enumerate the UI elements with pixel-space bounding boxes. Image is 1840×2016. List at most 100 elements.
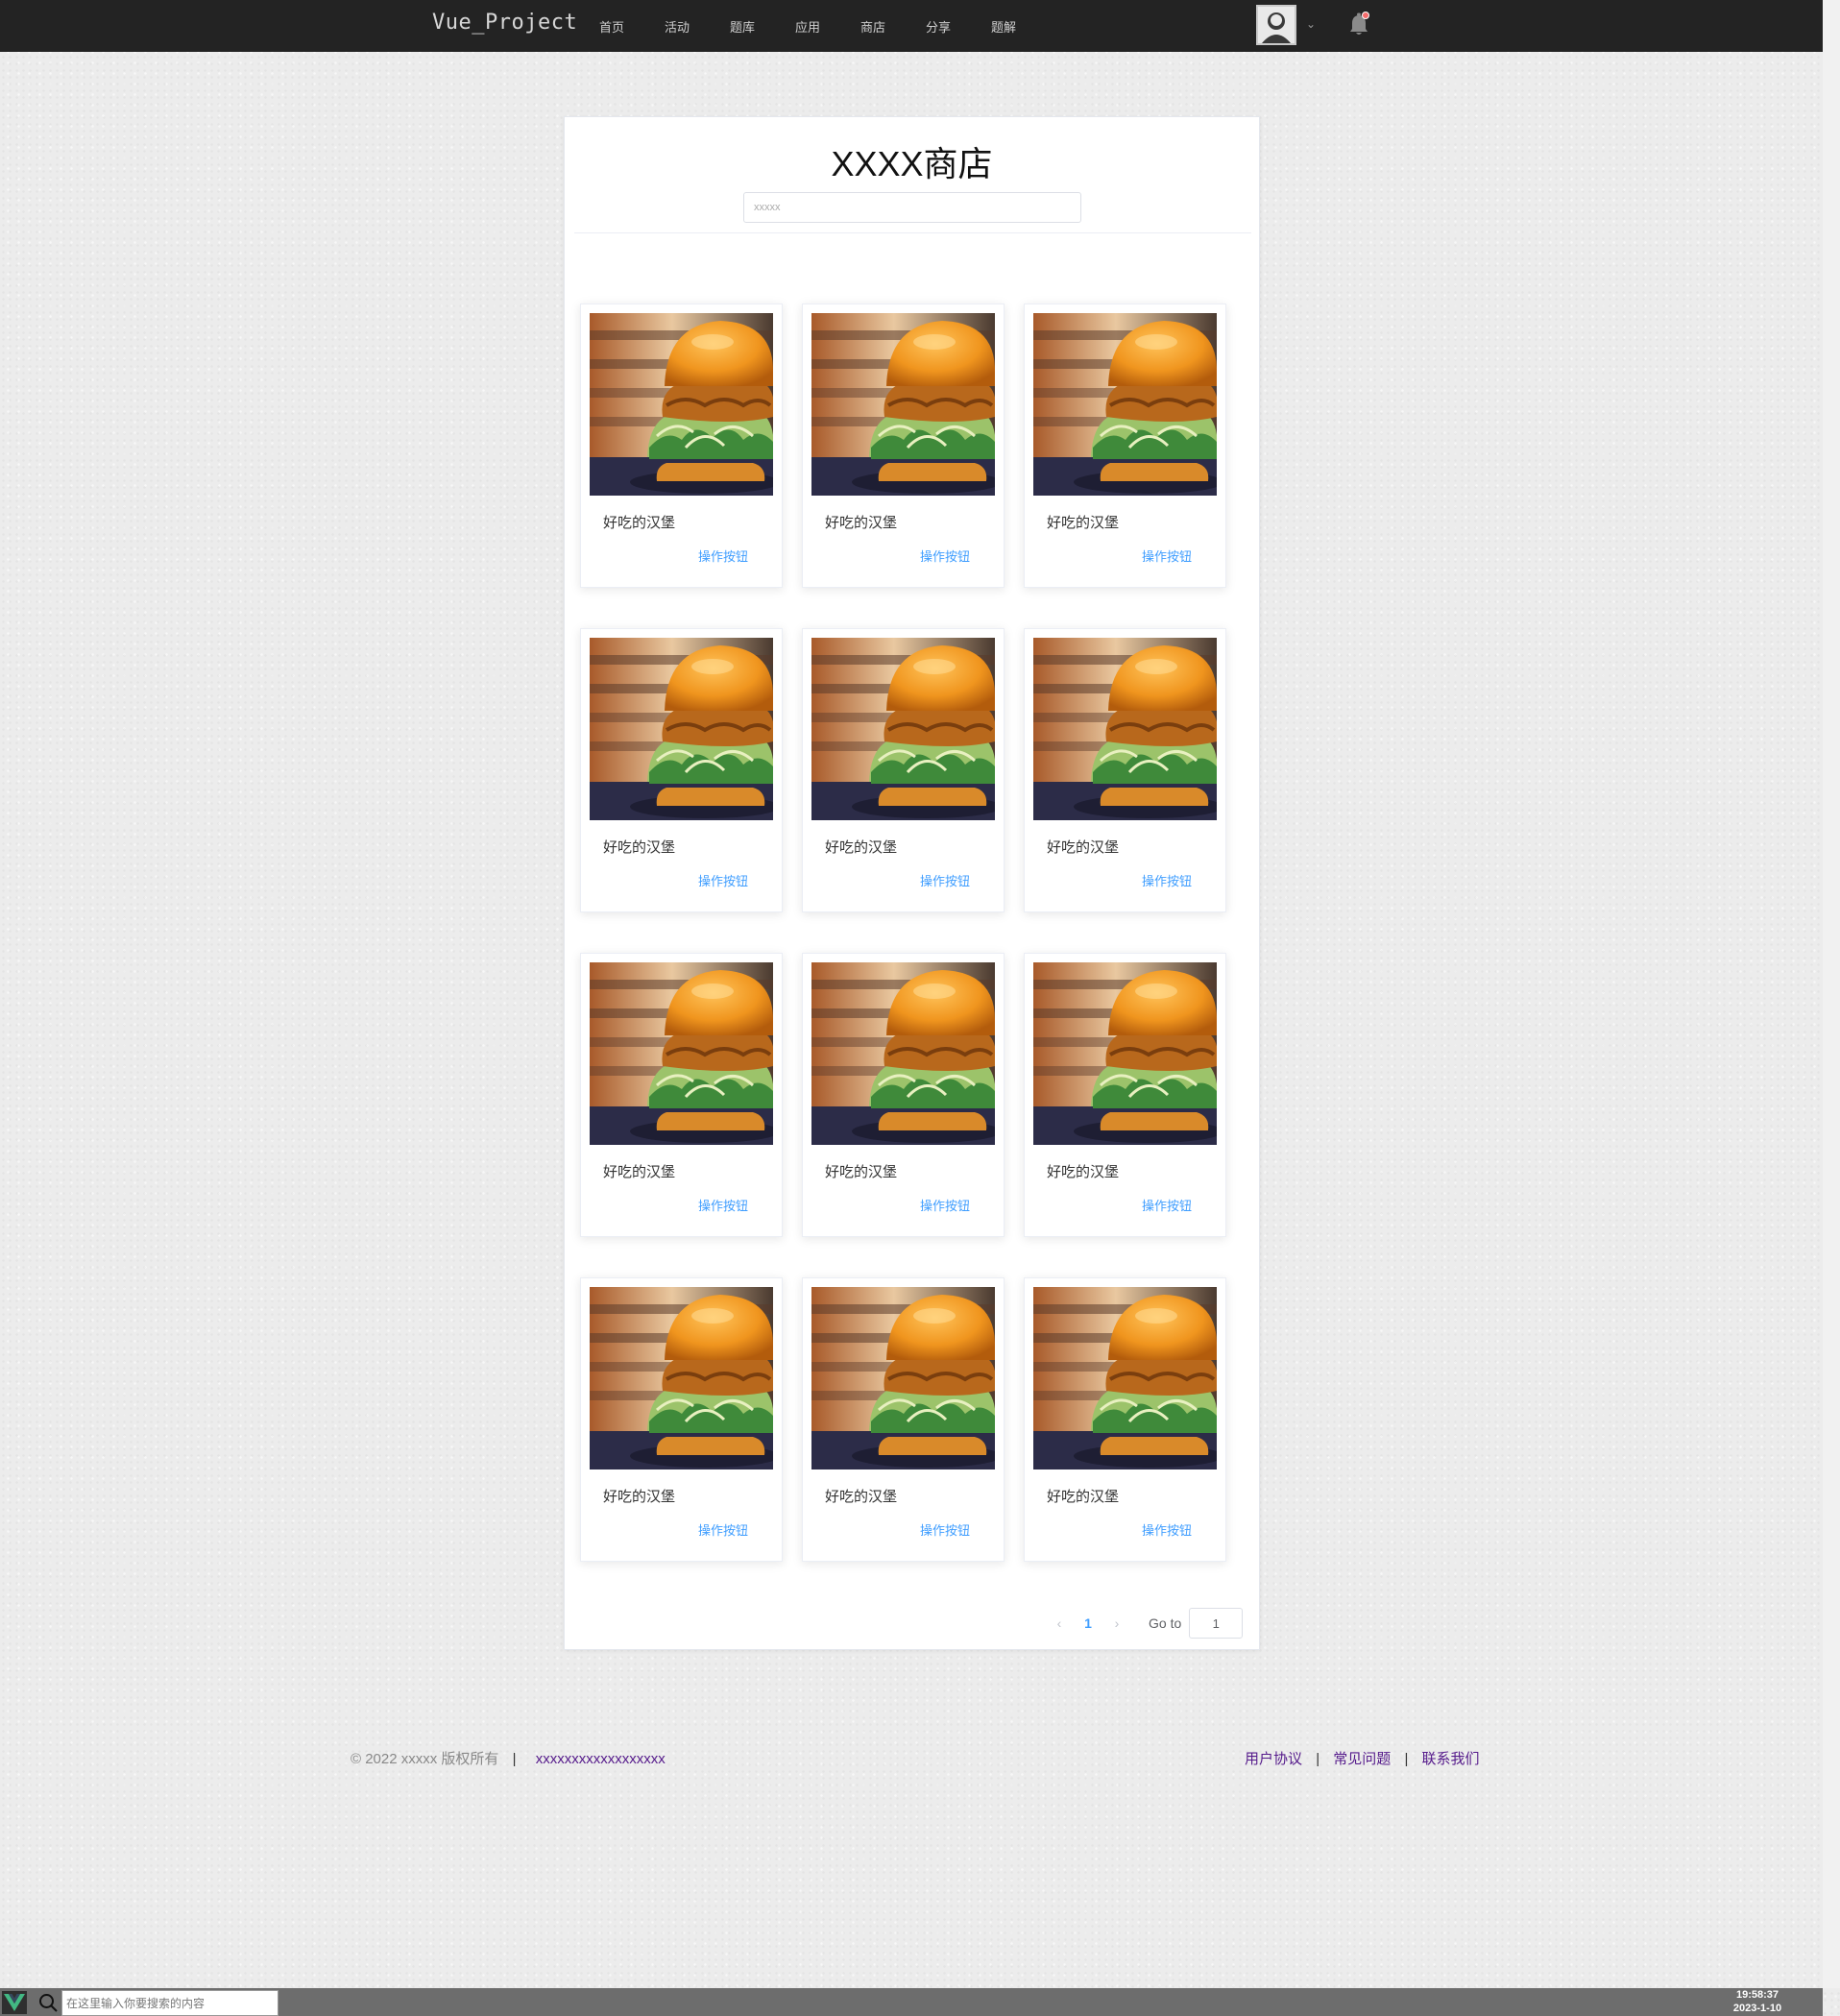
user-agreement-link[interactable]: 用户协议 [1245,1751,1302,1767]
product-image[interactable] [590,313,773,496]
product-action-button[interactable]: 操作按钮 [698,1196,748,1214]
product-image[interactable] [590,962,773,1145]
product-card[interactable]: 好吃的汉堡 操作按钮 [802,1277,1005,1562]
footer-divider: | [1316,1751,1320,1767]
clock-date: 2023-1-10 [1732,2003,1782,2014]
nav-item-share[interactable]: 分享 [912,17,978,36]
faq-link[interactable]: 常见问题 [1333,1751,1391,1767]
top-navbar: Vue_Project 首页 活动 题库 应用 商店 分享 题解 ⌄ [0,0,1823,52]
product-name: 好吃的汉堡 [603,514,676,531]
nav-item-activities[interactable]: 活动 [651,17,716,36]
product-image[interactable] [590,1287,773,1469]
product-card[interactable]: 好吃的汉堡 操作按钮 [580,304,783,588]
page-title: XXXX商店 [831,144,993,183]
product-name: 好吃的汉堡 [825,514,898,531]
burger-image [1033,962,1217,1145]
footer-links: 用户协议 | 常见问题 | 联系我们 [1245,1748,1480,1768]
vue-logo-icon[interactable] [2,1991,27,2014]
goto-page-input[interactable] [1189,1608,1244,1639]
product-name: 好吃的汉堡 [1047,514,1120,531]
product-action-button[interactable]: 操作按钮 [698,547,748,565]
burger-image [590,313,773,496]
product-action-button[interactable]: 操作按钮 [920,1196,970,1214]
product-name: 好吃的汉堡 [825,1163,898,1180]
burger-image [1033,313,1217,496]
product-image[interactable] [1033,962,1217,1145]
user-avatar[interactable] [1256,5,1296,45]
notification-badge [1362,12,1369,19]
product-action-button[interactable]: 操作按钮 [698,871,748,889]
product-card[interactable]: 好吃的汉堡 操作按钮 [580,1277,783,1562]
store-panel: XXXX商店 好吃的汉堡 操作按钮 [564,116,1260,1650]
product-card[interactable]: 好吃的汉堡 操作按钮 [802,304,1005,588]
product-card[interactable]: 好吃的汉堡 操作按钮 [1024,953,1226,1237]
product-action-button[interactable]: 操作按钮 [920,1520,970,1539]
product-name: 好吃的汉堡 [825,838,898,856]
product-name: 好吃的汉堡 [603,838,676,856]
burger-image [590,962,773,1145]
burger-image [811,638,995,820]
nav-item-solutions[interactable]: 题解 [978,17,1043,36]
taskbar-clock[interactable]: 19:58:37 2023-1-10 [1709,1988,1805,2015]
footer-copyright: © 2022 xxxxx 版权所有 | xxxxxxxxxxxxxxxxxx [351,1748,666,1768]
next-page-button[interactable]: › [1102,1615,1131,1631]
product-image[interactable] [1033,638,1217,820]
product-card[interactable]: 好吃的汉堡 操作按钮 [1024,304,1226,588]
user-avatar-icon [1258,7,1295,43]
nav-item-store[interactable]: 商店 [847,17,912,36]
burger-image [811,1287,995,1469]
clock-time: 19:58:37 [1735,1989,1779,2001]
burger-image [1033,638,1217,820]
nav-item-home[interactable]: 首页 [586,17,651,36]
page-number-1[interactable]: 1 [1074,1615,1102,1631]
footer-site-link[interactable]: xxxxxxxxxxxxxxxxxx [536,1751,666,1767]
product-image[interactable] [811,313,995,496]
product-card[interactable]: 好吃的汉堡 操作按钮 [802,953,1005,1237]
goto-label: Go to [1149,1615,1182,1631]
product-action-button[interactable]: 操作按钮 [920,871,970,889]
product-name: 好吃的汉堡 [1047,1488,1120,1505]
burger-image [590,1287,773,1469]
contact-us-link[interactable]: 联系我们 [1422,1751,1480,1767]
product-name: 好吃的汉堡 [603,1163,676,1180]
footer-divider: | [1404,1751,1409,1767]
product-action-button[interactable]: 操作按钮 [698,1520,748,1539]
product-grid: 好吃的汉堡 操作按钮 好吃的汉堡 操作按钮 好吃的汉堡 操作按钮 好吃的汉堡 操… [580,304,1226,1562]
product-image[interactable] [811,962,995,1145]
search-icon[interactable] [38,1993,58,2012]
burger-image [1033,1287,1217,1469]
copyright-text: © 2022 xxxxx 版权所有 [351,1751,499,1767]
product-action-button[interactable]: 操作按钮 [1142,547,1192,565]
search-input[interactable] [743,192,1081,223]
product-name: 好吃的汉堡 [825,1488,898,1505]
product-action-button[interactable]: 操作按钮 [920,547,970,565]
taskbar-search-input[interactable] [61,1990,278,2016]
product-card[interactable]: 好吃的汉堡 操作按钮 [580,953,783,1237]
product-card[interactable]: 好吃的汉堡 操作按钮 [802,628,1005,912]
divider [574,232,1251,233]
product-card[interactable]: 好吃的汉堡 操作按钮 [1024,628,1226,912]
product-action-button[interactable]: 操作按钮 [1142,1520,1192,1539]
product-card[interactable]: 好吃的汉堡 操作按钮 [580,628,783,912]
product-image[interactable] [590,638,773,820]
pagination: ‹ 1 › Go to [1045,1608,1244,1639]
product-name: 好吃的汉堡 [603,1488,676,1505]
brand-logo[interactable]: Vue_Project [432,11,577,35]
prev-page-button[interactable]: ‹ [1045,1615,1074,1631]
burger-image [811,962,995,1145]
page-scrollbar[interactable] [1823,0,1840,1988]
product-image[interactable] [1033,1287,1217,1469]
main-nav: 首页 活动 题库 应用 商店 分享 题解 [586,0,1043,52]
product-image[interactable] [1033,313,1217,496]
product-image[interactable] [811,638,995,820]
product-card[interactable]: 好吃的汉堡 操作按钮 [1024,1277,1226,1562]
product-action-button[interactable]: 操作按钮 [1142,871,1192,889]
product-image[interactable] [811,1287,995,1469]
product-name: 好吃的汉堡 [1047,838,1120,856]
nav-item-apps[interactable]: 应用 [782,17,847,36]
product-action-button[interactable]: 操作按钮 [1142,1196,1192,1214]
footer-divider: | [512,1751,517,1767]
chevron-down-icon[interactable]: ⌄ [1306,17,1316,31]
burger-image [811,313,995,496]
nav-item-question-bank[interactable]: 题库 [716,17,782,36]
